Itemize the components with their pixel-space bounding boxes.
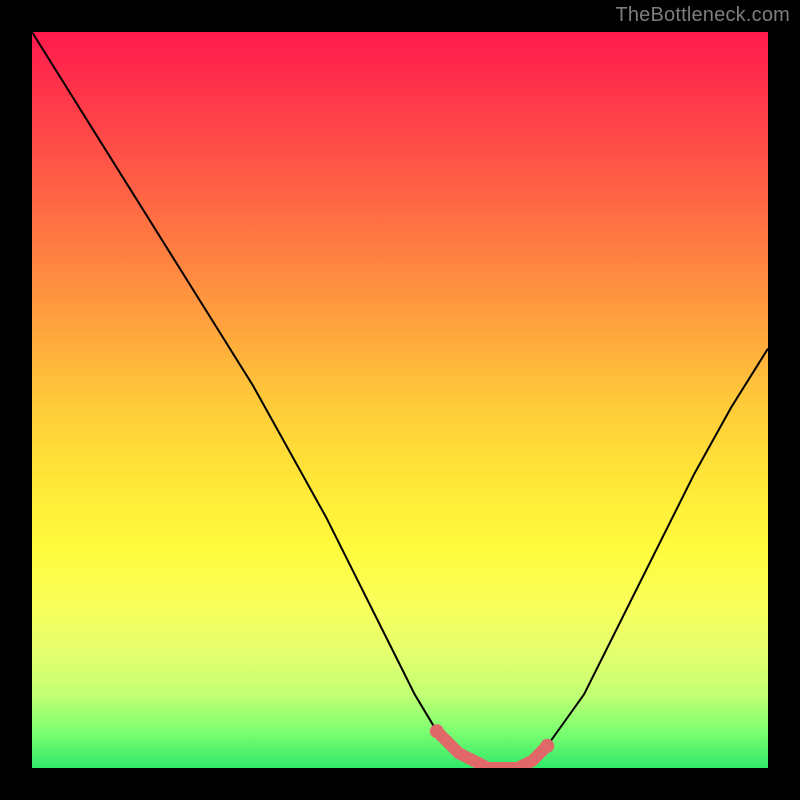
optimal-range-end-dot — [430, 724, 444, 738]
optimal-range-end-dot — [540, 739, 554, 753]
bottleneck-curve — [32, 32, 768, 768]
plot-area — [32, 32, 768, 768]
attribution-label: TheBottleneck.com — [615, 4, 790, 27]
chart-frame: TheBottleneck.com — [0, 0, 800, 800]
optimal-range-marker — [437, 731, 547, 768]
